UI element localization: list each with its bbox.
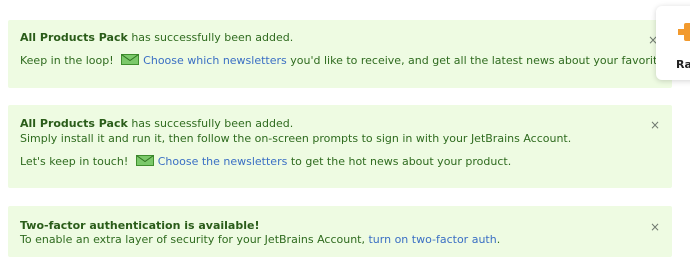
newsletter-suffix: you'd like to receive, and get all the l…: [286, 54, 690, 67]
product-name: All Products Pack: [20, 31, 128, 44]
product-added-notice: All Products Pack has successfully been …: [8, 105, 672, 188]
product-added-notice: All Products Pack has successfully been …: [8, 20, 690, 88]
product-card[interactable]: Ra: [656, 6, 690, 80]
enable-two-factor-link[interactable]: turn on two-factor auth: [368, 233, 496, 246]
body-prefix: To enable an extra layer of security for…: [20, 233, 369, 246]
two-factor-notice: Two-factor authentication is available! …: [8, 206, 672, 257]
choose-newsletters-link[interactable]: Choose the newsletters: [158, 155, 288, 168]
newsletter-prefix: Keep in the loop!: [20, 54, 114, 67]
jetbrains-product-icon: [678, 23, 690, 41]
newsletter-suffix: to get the hot news about your product.: [287, 155, 512, 168]
install-instructions: Simply install it and run it, then follo…: [20, 132, 572, 145]
newsletter-prefix: Let's keep in touch!: [20, 155, 129, 168]
added-text: has successfully been added.: [127, 117, 294, 130]
notice-title: Two-factor authentication is available!: [20, 219, 260, 232]
added-text: has successfully been added.: [127, 31, 294, 44]
body-suffix: .: [496, 233, 501, 246]
notifications-area: All Products Pack has successfully been …: [0, 0, 690, 278]
close-icon[interactable]: ×: [650, 119, 660, 131]
envelope-icon: [135, 155, 154, 166]
notice-title-line: All Products Pack has successfully been …: [20, 31, 293, 45]
notice-body: To enable an extra layer of security for…: [20, 233, 500, 247]
close-icon[interactable]: ×: [650, 221, 660, 233]
product-card-label: Ra: [676, 58, 690, 71]
newsletter-line: Let's keep in touch! Choose the newslett…: [20, 155, 511, 169]
newsletter-line: Keep in the loop! Choose which newslette…: [20, 54, 690, 68]
envelope-icon: [121, 54, 140, 65]
choose-newsletters-link[interactable]: Choose which newsletters: [143, 54, 287, 67]
notice-title-line: All Products Pack has successfully been …: [20, 117, 293, 131]
product-name: All Products Pack: [20, 117, 128, 130]
